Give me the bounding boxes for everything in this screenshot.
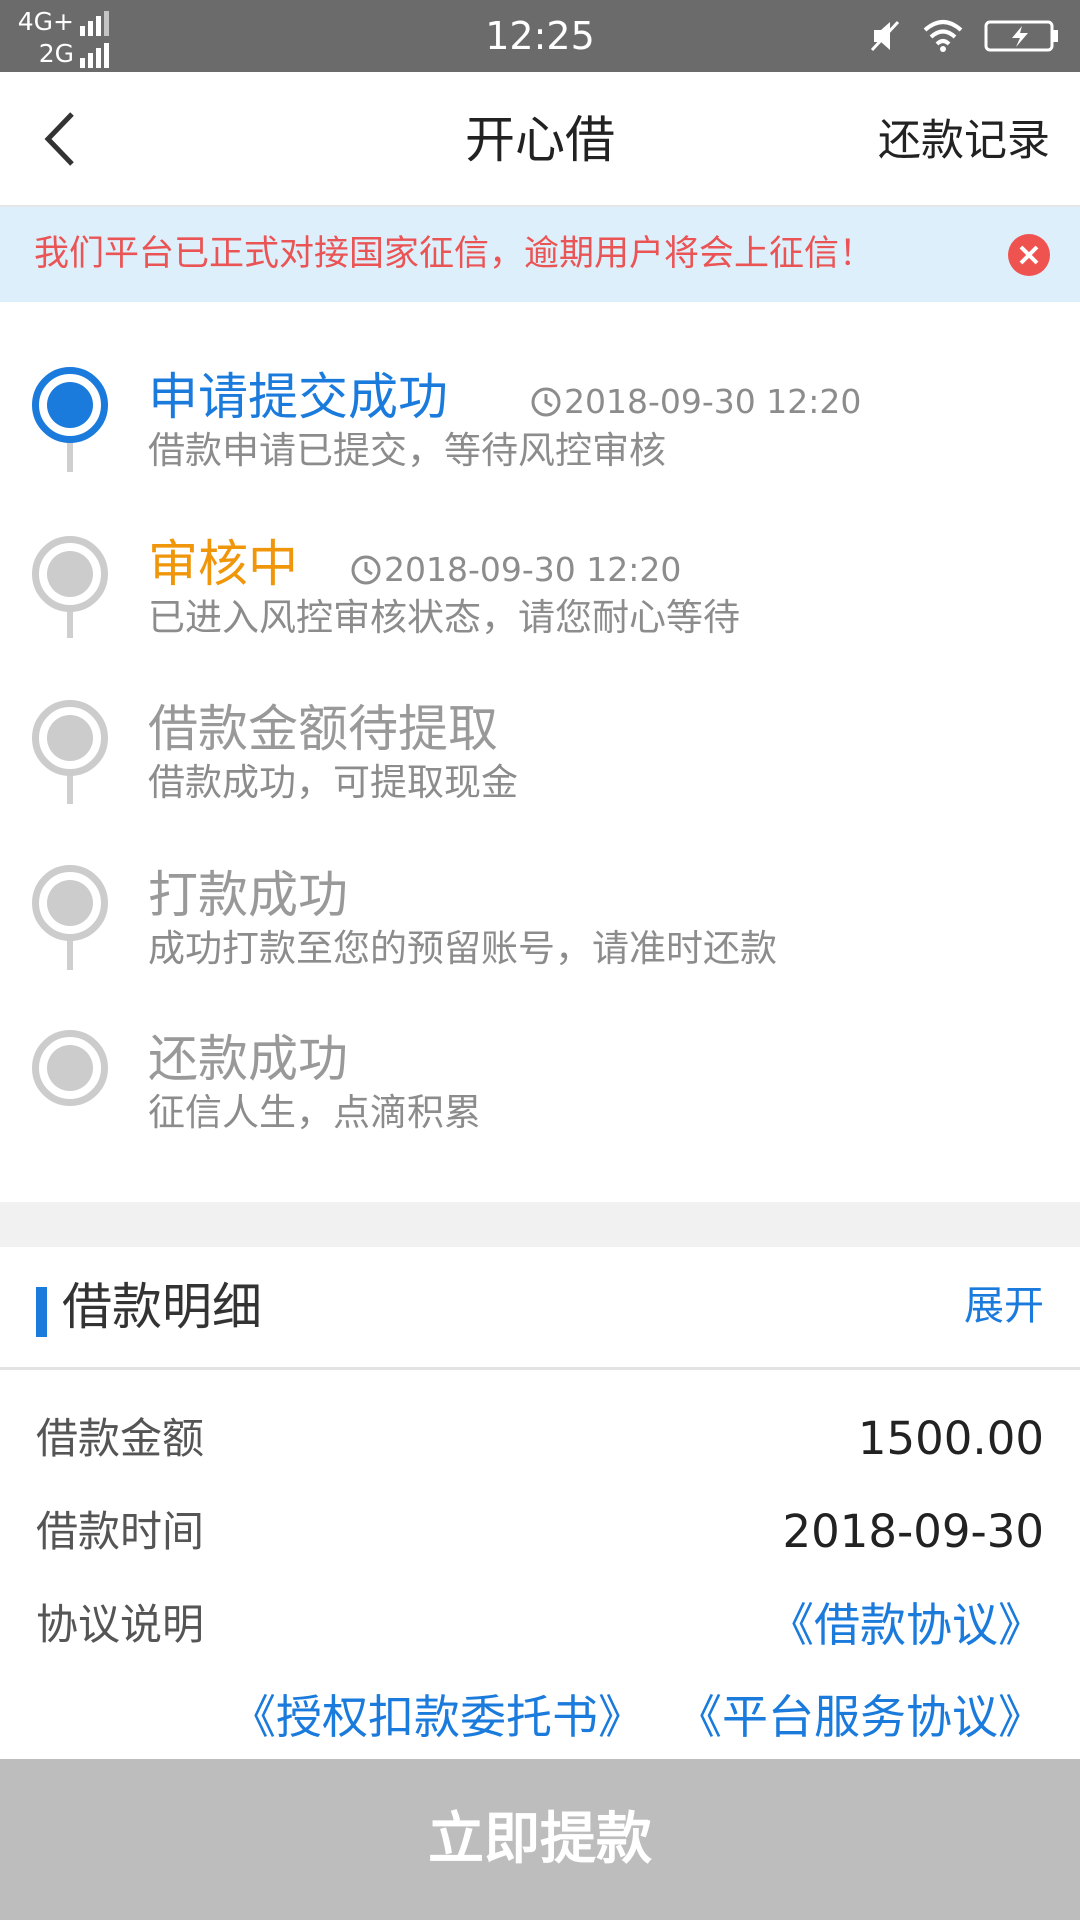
nav-bar: 开心借 还款记录 [0, 72, 1080, 207]
notice-text: 我们平台已正式对接国家征信，逾期用户将会上征信！ [34, 234, 875, 274]
chevron-left-icon [44, 112, 74, 166]
progress-timeline: 申请提交成功 2018-09-30 12:20 借款申请已提交，等待风控审核 审… [0, 302, 1080, 1202]
step-title: 借款金额待提取 [148, 700, 498, 758]
section-accent-bar [36, 1287, 47, 1337]
step-desc: 借款成功，可提取现金 [148, 761, 518, 804]
step-time: 2018-09-30 12:20 [350, 550, 681, 590]
step-desc: 成功打款至您的预留账号，请准时还款 [148, 927, 777, 970]
clock-icon [351, 555, 381, 585]
expand-button[interactable]: 展开 [964, 1277, 1044, 1335]
loan-details-header: 借款明细 展开 [0, 1247, 1080, 1370]
notice-banner: 我们平台已正式对接国家征信，逾期用户将会上征信！ [0, 207, 1080, 302]
loan-date-value: 2018-09-30 [782, 1505, 1044, 1558]
step-title: 还款成功 [148, 1030, 348, 1088]
step-time-text: 2018-09-30 12:20 [384, 550, 682, 589]
section-divider [0, 1202, 1080, 1247]
wifi-icon [923, 20, 963, 52]
step-desc: 征信人生，点滴积累 [148, 1091, 481, 1134]
step-dot [32, 865, 108, 941]
step-title: 打款成功 [148, 866, 348, 924]
withdraw-button-label: 立即提款 [428, 1807, 652, 1872]
loan-amount-value: 1500.00 [857, 1412, 1044, 1465]
debit-authorization-link[interactable]: 《授权扣款委托书》 [230, 1688, 644, 1746]
back-button[interactable] [36, 104, 96, 174]
step-time: 2018-09-30 12:20 [530, 382, 861, 422]
loan-agreement-link[interactable]: 《借款协议》 [768, 1596, 1044, 1654]
step-dot [32, 700, 108, 776]
step-desc: 已进入风控审核状态，请您耐心等待 [148, 596, 740, 639]
step-dot [32, 536, 108, 612]
step-time-text: 2018-09-30 12:20 [564, 382, 862, 421]
notice-close-button[interactable] [1008, 234, 1050, 276]
repayment-records-link[interactable]: 还款记录 [878, 114, 1050, 168]
withdraw-button[interactable]: 立即提款 [0, 1759, 1080, 1920]
mute-icon [870, 20, 899, 52]
status-bar: 4G+ 2G 12:25 [0, 0, 1080, 72]
step-dot [32, 1030, 108, 1106]
step-title: 申请提交成功 [148, 368, 448, 426]
step-dot-active [32, 367, 108, 443]
clock-icon [531, 387, 561, 417]
loan-amount-label: 借款金额 [36, 1414, 205, 1463]
battery-charging-icon [984, 20, 1058, 52]
step-desc: 借款申请已提交，等待风控审核 [148, 429, 666, 472]
agreement-label: 协议说明 [36, 1600, 205, 1649]
loan-date-label: 借款时间 [36, 1507, 205, 1556]
status-icons [854, 18, 1060, 58]
platform-service-agreement-link[interactable]: 《平台服务协议》 [676, 1688, 1044, 1746]
step-title: 审核中 [148, 535, 298, 593]
loan-details-title: 借款明细 [62, 1278, 262, 1336]
close-icon [1019, 245, 1039, 265]
